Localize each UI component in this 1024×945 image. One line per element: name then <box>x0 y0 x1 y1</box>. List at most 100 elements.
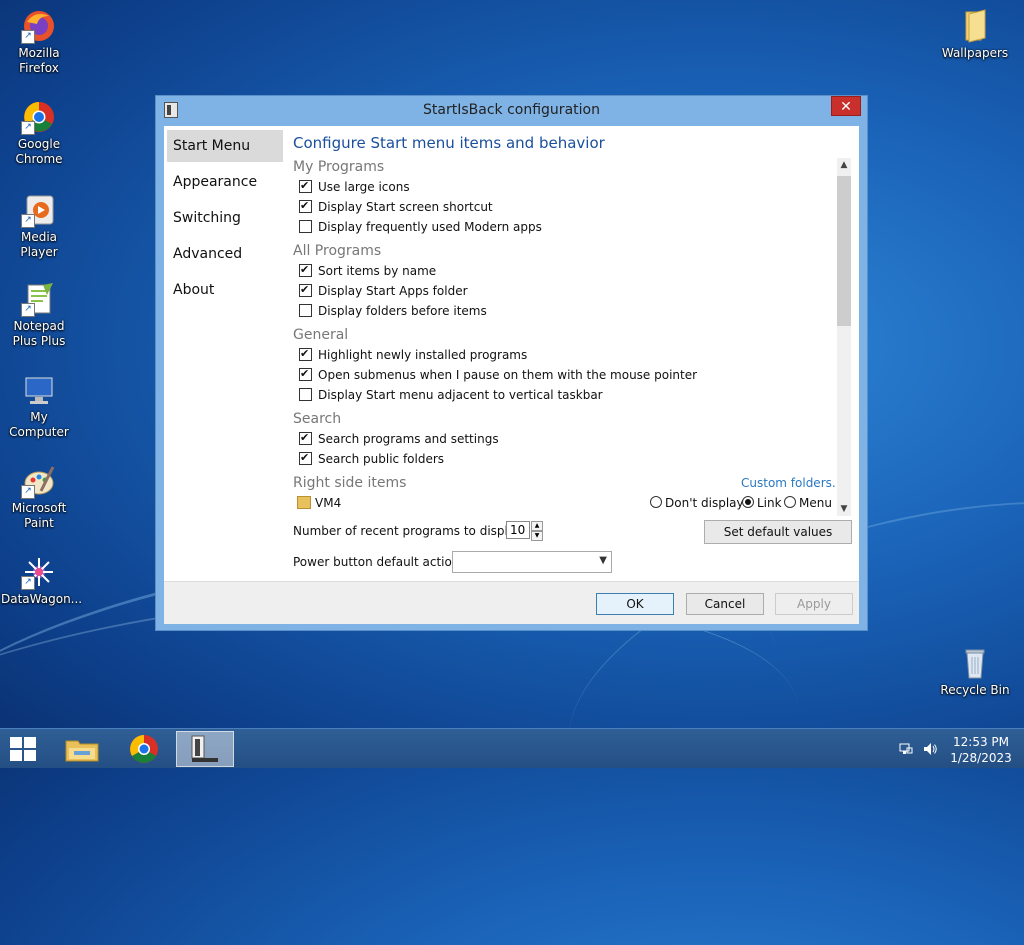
folder-icon <box>957 8 993 44</box>
option-folders-before-items[interactable]: Display folders before items <box>299 302 487 320</box>
desktop-icon-label: Mozilla Firefox <box>18 46 60 75</box>
folder-icon <box>297 496 311 509</box>
settings-content: Configure Start menu items and behavior … <box>293 126 853 581</box>
window-client-area: Start Menu Appearance Switching Advanced… <box>164 126 859 624</box>
nav-appearance[interactable]: Appearance <box>167 166 283 198</box>
recent-programs-label: Number of recent programs to display: <box>293 524 526 538</box>
spin-up-icon[interactable]: ▲ <box>531 521 543 531</box>
desktop-icon-wallpapers[interactable]: Wallpapers <box>937 8 1013 61</box>
desktop-icon-my-computer[interactable]: My Computer <box>1 372 77 440</box>
set-default-values-button[interactable]: Set default values <box>704 520 852 544</box>
section-my-programs: My Programs <box>293 159 385 175</box>
desktop-icon-chrome[interactable]: ↗ Google Chrome <box>1 99 77 167</box>
section-right-side-items: Right side items <box>293 475 407 491</box>
scrollbar-thumb[interactable] <box>837 176 851 326</box>
checkbox[interactable] <box>299 281 312 299</box>
desktop-icon-media-player[interactable]: ↗ Media Player <box>1 192 77 260</box>
option-start-screen-shortcut[interactable]: Display Start screen shortcut <box>299 197 493 216</box>
dialog-footer: OK Cancel Apply <box>164 581 859 624</box>
title-bar[interactable]: StartIsBack configuration ✕ <box>156 96 867 126</box>
checkbox[interactable] <box>299 304 312 317</box>
chrome-icon: ↗ <box>21 99 57 135</box>
scroll-up-arrow-icon[interactable]: ▲ <box>837 158 851 172</box>
checkbox[interactable] <box>299 220 312 233</box>
power-button-select[interactable]: ▼ <box>452 551 612 573</box>
startisback-icon <box>191 735 218 762</box>
checkbox[interactable] <box>299 449 312 467</box>
section-all-programs: All Programs <box>293 243 382 259</box>
chrome-icon <box>130 735 158 763</box>
paint-icon: ↗ <box>21 463 57 499</box>
desktop-icon-notepad-plus-plus[interactable]: ↗ Notepad Plus Plus <box>1 281 77 349</box>
nav-switching[interactable]: Switching <box>167 202 283 234</box>
option-use-large-icons[interactable]: Use large icons <box>299 177 410 196</box>
clock[interactable]: 12:53 PM 1/28/2023 <box>950 734 1012 766</box>
taskbar-chrome[interactable] <box>116 731 172 767</box>
desktop-icon-recycle-bin[interactable]: Recycle Bin <box>937 645 1013 698</box>
volume-icon[interactable] <box>922 741 938 760</box>
radio-button[interactable] <box>650 496 662 508</box>
cancel-button[interactable]: Cancel <box>686 593 764 615</box>
custom-folders-link[interactable]: Custom folders... <box>741 476 843 490</box>
close-button[interactable]: ✕ <box>831 96 861 116</box>
page-title: Configure Start menu items and behavior <box>293 134 605 152</box>
media-player-icon: ↗ <box>21 192 57 228</box>
option-sort-items-by-name[interactable]: Sort items by name <box>299 261 436 280</box>
section-search: Search <box>293 411 342 427</box>
recent-programs-spinner[interactable]: ▲ ▼ <box>531 521 543 541</box>
nav-start-menu[interactable]: Start Menu <box>167 130 283 162</box>
radio-menu[interactable]: Menu <box>784 494 832 512</box>
apply-button[interactable]: Apply <box>775 593 853 615</box>
option-start-apps-folder[interactable]: Display Start Apps folder <box>299 281 468 300</box>
radio-link[interactable]: Link <box>742 494 782 512</box>
ok-button[interactable]: OK <box>596 593 674 615</box>
notepad-plus-plus-icon: ↗ <box>21 281 57 317</box>
chevron-down-icon: ▼ <box>599 555 607 566</box>
desktop-icon-firefox[interactable]: ↗ Mozilla Firefox <box>1 8 77 76</box>
desktop-icon-label: Notepad Plus Plus <box>12 319 66 348</box>
radio-dont-display[interactable]: Don't display <box>650 494 744 512</box>
checkbox[interactable] <box>299 197 312 215</box>
desktop-icon-label: Microsoft Paint <box>11 501 67 530</box>
spin-down-icon[interactable]: ▼ <box>531 531 543 541</box>
taskbar: 12:53 PM 1/28/2023 <box>0 728 1024 768</box>
nav-advanced[interactable]: Advanced <box>167 238 283 270</box>
checkbox[interactable] <box>299 365 312 383</box>
desktop-icon-datawagon[interactable]: ↗ DataWagon... <box>1 554 83 607</box>
radio-button[interactable] <box>742 496 754 508</box>
startisback-config-window: StartIsBack configuration ✕ Start Menu A… <box>155 95 868 631</box>
settings-nav: Start Menu Appearance Switching Advanced… <box>167 130 283 310</box>
checkbox[interactable] <box>299 429 312 447</box>
datawagon-icon: ↗ <box>21 554 57 590</box>
recent-programs-input[interactable]: 10 <box>506 521 530 539</box>
start-button[interactable] <box>10 737 36 761</box>
desktop-icon-label: Recycle Bin <box>940 683 1010 697</box>
network-icon[interactable] <box>898 741 914 760</box>
desktop-icon-microsoft-paint[interactable]: ↗ Microsoft Paint <box>1 463 77 531</box>
clock-date: 1/28/2023 <box>950 751 1012 765</box>
options-scrollbar[interactable]: ▲ ▼ <box>837 158 851 516</box>
firefox-icon: ↗ <box>21 8 57 44</box>
option-search-programs-settings[interactable]: Search programs and settings <box>299 429 499 448</box>
option-search-public-folders[interactable]: Search public folders <box>299 449 444 468</box>
desktop-icon-label: Media Player <box>20 230 58 259</box>
option-frequent-modern-apps[interactable]: Display frequently used Modern apps <box>299 218 542 236</box>
option-open-submenus-on-hover[interactable]: Open submenus when I pause on them with … <box>299 365 697 384</box>
file-explorer-icon <box>65 740 99 762</box>
windows-logo-icon <box>10 737 22 748</box>
desktop-icon-label: My Computer <box>9 410 69 439</box>
nav-about[interactable]: About <box>167 274 283 306</box>
checkbox[interactable] <box>299 388 312 401</box>
option-highlight-new-programs[interactable]: Highlight newly installed programs <box>299 345 527 364</box>
taskbar-file-explorer[interactable] <box>54 731 110 767</box>
checkbox[interactable] <box>299 345 312 363</box>
checkbox[interactable] <box>299 261 312 279</box>
window-title: StartIsBack configuration <box>423 102 600 118</box>
option-adjacent-vertical-taskbar[interactable]: Display Start menu adjacent to vertical … <box>299 386 603 404</box>
scroll-down-arrow-icon[interactable]: ▼ <box>837 502 851 516</box>
desktop-icon-label: DataWagon... <box>1 592 83 606</box>
taskbar-startisback[interactable] <box>176 731 234 767</box>
radio-button[interactable] <box>784 496 796 508</box>
power-button-label: Power button default action: <box>293 555 464 569</box>
checkbox[interactable] <box>299 177 312 195</box>
